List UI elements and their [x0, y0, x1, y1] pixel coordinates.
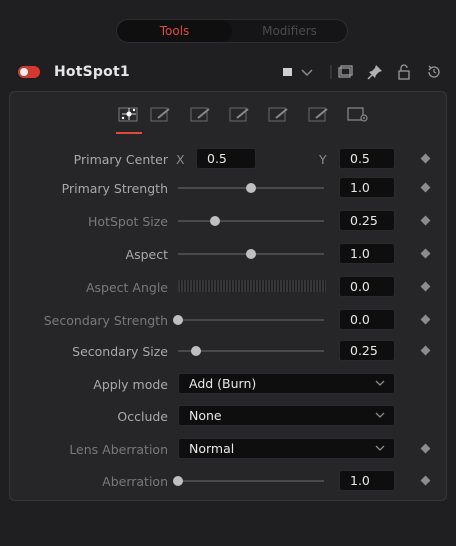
secondary-strength-label: Secondary Strength	[43, 313, 168, 328]
secondary-strength-slider[interactable]	[178, 319, 324, 321]
aberration-knob[interactable]	[173, 476, 183, 486]
keyframe-diamond-icon[interactable]	[420, 475, 431, 486]
occlude-label: Occlude	[117, 409, 168, 424]
tool-name: HotSpot1	[54, 64, 130, 80]
aberration-slider[interactable]	[178, 480, 324, 482]
hotspot-size-field[interactable]: 0.25	[339, 210, 395, 231]
inspector-panel: Tools Modifiers HotSpot1 Primary Center …	[0, 0, 456, 546]
keyframe-diamond-icon[interactable]	[420, 281, 431, 292]
tool-enable-toggle[interactable]	[18, 66, 40, 78]
control-page-tabs	[10, 92, 446, 138]
keyframe-diamond-icon[interactable]	[420, 182, 431, 193]
keyframe-diamond-icon[interactable]	[420, 345, 431, 356]
primary-center-row: Primary Center X 0.5 Y 0.5	[10, 148, 446, 170]
chevron-down-icon	[375, 441, 385, 458]
primary-strength-field[interactable]: 1.0	[339, 177, 395, 198]
occlude-value: None	[189, 408, 222, 423]
chevron-down-icon[interactable]	[298, 63, 316, 81]
hotspot-size-slider[interactable]	[178, 220, 324, 222]
occlude-row: Occlude None	[10, 405, 446, 427]
chevron-down-icon	[375, 376, 385, 393]
settings-tab-icon[interactable]	[347, 106, 369, 123]
aspect-field[interactable]: 1.0	[339, 243, 395, 264]
aspect-angle-thumbwheel[interactable]	[178, 280, 326, 292]
primary-strength-label: Primary Strength	[61, 181, 168, 196]
aspect-knob[interactable]	[246, 249, 256, 259]
aspect-label: Aspect	[125, 247, 168, 262]
aberration-label: Aberration	[102, 474, 168, 489]
chevron-down-icon	[375, 408, 385, 425]
lens-aberration-dropdown[interactable]: Normal	[178, 438, 395, 459]
lens-aberration-label: Lens Aberration	[69, 442, 168, 457]
secondary-strength-row: Secondary Strength 0.0	[10, 309, 446, 331]
primary-strength-row: Primary Strength 1.0	[10, 177, 446, 199]
pin-icon[interactable]	[366, 63, 384, 81]
aspect-angle-label: Aspect Angle	[85, 280, 168, 295]
keyframe-diamond-icon[interactable]	[420, 248, 431, 259]
lens-aberration-value: Normal	[189, 441, 235, 456]
primary-center-label: Primary Center	[73, 152, 168, 167]
aspect-angle-row: Aspect Angle 0.0	[10, 276, 446, 298]
window-icon[interactable]	[336, 63, 354, 81]
secondary-strength-field[interactable]: 0.0	[339, 309, 395, 330]
hotspot-size-label: HotSpot Size	[88, 214, 168, 229]
apply-mode-label: Apply mode	[93, 377, 168, 392]
secondary-strength-knob[interactable]	[173, 315, 183, 325]
y-label: Y	[319, 152, 327, 167]
lock-icon[interactable]	[395, 63, 413, 81]
tab-tools[interactable]: Tools	[117, 20, 232, 42]
tab-modifiers[interactable]: Modifiers	[232, 20, 347, 42]
aspect-row: Aspect 1.0	[10, 243, 446, 265]
keyframe-diamond-icon[interactable]	[420, 314, 431, 325]
aspect-angle-field[interactable]: 0.0	[339, 276, 395, 297]
controls-panel: Primary Center X 0.5 Y 0.5 Primary Stren…	[9, 91, 447, 501]
edit-tab-icon[interactable]	[268, 106, 290, 123]
keyframe-diamond-icon[interactable]	[420, 215, 431, 226]
keyframe-diamond-icon[interactable]	[420, 443, 431, 454]
edit-tab-icon[interactable]	[229, 106, 251, 123]
primary-center-y-field[interactable]: 0.5	[339, 148, 395, 169]
tab-bar: Tools Modifiers	[116, 19, 348, 43]
tool-header: HotSpot1	[0, 56, 456, 88]
lens-aberration-row: Lens Aberration Normal	[10, 438, 446, 460]
hotspot-size-row: HotSpot Size 0.25	[10, 210, 446, 232]
x-label: X	[176, 152, 185, 167]
secondary-size-row: Secondary Size 0.25	[10, 340, 446, 362]
primary-center-x-field[interactable]: 0.5	[196, 148, 256, 169]
active-tab-indicator	[116, 132, 142, 134]
secondary-size-knob[interactable]	[190, 346, 201, 356]
keyframe-diamond-icon[interactable]	[420, 153, 431, 164]
secondary-size-field[interactable]: 0.25	[339, 340, 395, 361]
occlude-dropdown[interactable]: None	[178, 405, 395, 426]
primary-strength-knob[interactable]	[246, 183, 256, 193]
edit-tab-icon[interactable]	[190, 106, 212, 123]
color-swatch-icon[interactable]	[279, 63, 297, 81]
apply-mode-row: Apply mode Add (Burn)	[10, 373, 446, 395]
aberration-row: Aberration 1.0	[10, 470, 446, 492]
apply-mode-value: Add (Burn)	[189, 376, 257, 391]
hotspot-size-knob[interactable]	[209, 216, 220, 226]
edit-tab-icon[interactable]	[150, 106, 172, 123]
edit-tab-icon[interactable]	[308, 106, 330, 123]
secondary-size-label: Secondary Size	[72, 344, 168, 359]
aberration-field[interactable]: 1.0	[339, 470, 395, 491]
hotspot-tab-icon[interactable]	[118, 106, 140, 123]
apply-mode-dropdown[interactable]: Add (Burn)	[178, 373, 395, 394]
reset-icon[interactable]	[425, 63, 443, 81]
